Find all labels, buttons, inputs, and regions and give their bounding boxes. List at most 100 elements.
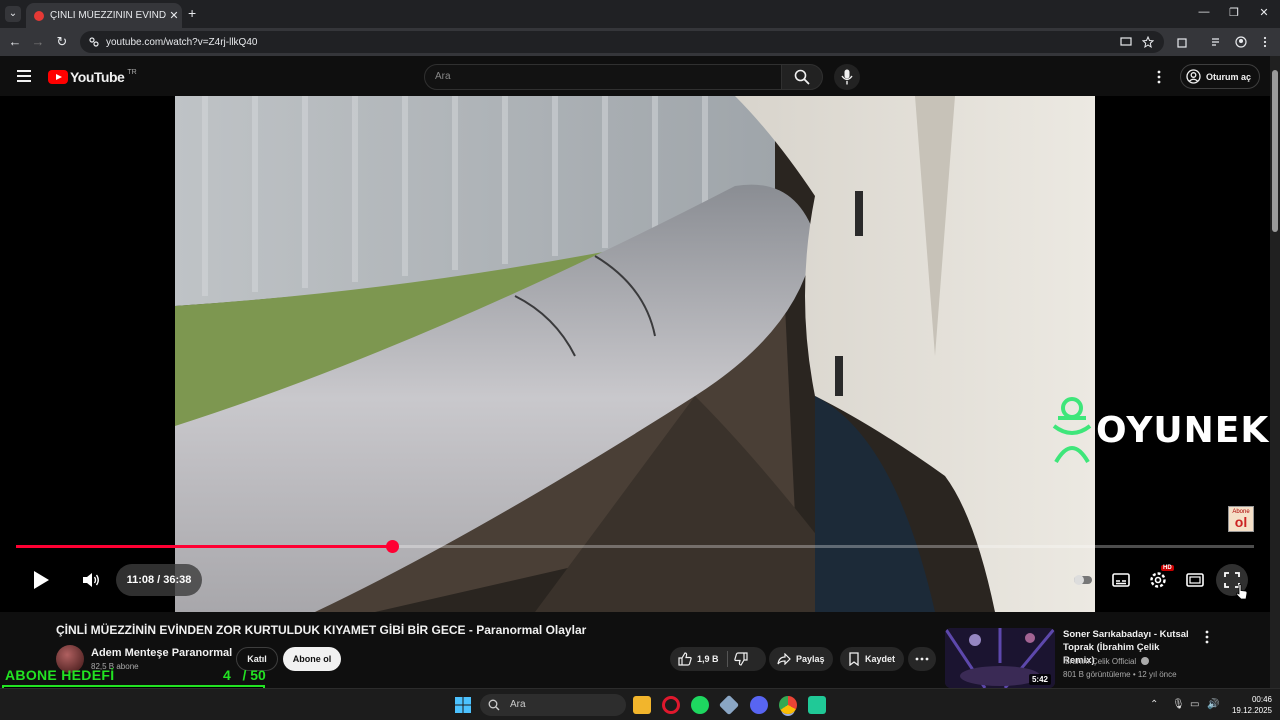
- subtitles-icon[interactable]: [1111, 570, 1131, 590]
- network-tray-icon[interactable]: ▭: [1190, 699, 1199, 710]
- play-icon[interactable]: [30, 569, 52, 591]
- hd-badge: HD: [1161, 565, 1174, 571]
- network-app-icon[interactable]: [718, 694, 740, 716]
- settings-more-icon[interactable]: [1156, 70, 1162, 84]
- microphone-tray-icon[interactable]: 🎙: [1172, 699, 1185, 710]
- discord-icon[interactable]: [750, 696, 768, 714]
- recommendation-channel[interactable]: İbrahim Çelik Official: [1063, 657, 1150, 666]
- autoplay-toggle-icon[interactable]: [1073, 570, 1093, 590]
- dislike-thumb-icon[interactable]: [733, 652, 748, 666]
- windows-start-icon[interactable]: [455, 697, 471, 713]
- share-button[interactable]: Paylaş: [769, 647, 833, 671]
- volume-icon[interactable]: [82, 572, 100, 588]
- file-explorer-icon[interactable]: [633, 696, 651, 714]
- share-label: Paylaş: [796, 654, 825, 664]
- clock-date: 19.12.2025: [1231, 706, 1272, 715]
- bookmark-icon: [849, 652, 859, 666]
- taskbar-search-box[interactable]: Ara: [480, 694, 626, 716]
- browser-tab-strip: ⌄ ÇİNLİ MÜEZZİNİN EVİNDEN ZOR ✕ + — ❐ ✕: [0, 0, 1280, 28]
- video-player[interactable]: OYUNEKS Abone ol 11:08 / 36:38 HD: [0, 96, 1270, 612]
- subscribe-watermark-badge[interactable]: Abone ol: [1228, 506, 1254, 532]
- account-circle-icon: [1186, 69, 1201, 84]
- channel-watermark: OYUNEKS: [1048, 396, 1270, 464]
- search-icon: [794, 69, 810, 85]
- channel-name[interactable]: Adem Menteşe Paranormal: [91, 647, 232, 659]
- progress-played: [16, 545, 393, 548]
- video-frame[interactable]: [175, 96, 1095, 612]
- youtube-header: YouTube TR Ara Oturum aç: [0, 56, 1270, 96]
- tab-search-chevron-icon[interactable]: ⌄: [5, 6, 21, 22]
- address-bar[interactable]: youtube.com/watch?v=Z4rj-llkQ40: [80, 31, 1164, 53]
- microphone-icon: [841, 69, 853, 85]
- system-clock[interactable]: 00:46 19.12.2025: [1226, 694, 1272, 716]
- browser-tab[interactable]: ÇİNLİ MÜEZZİNİN EVİNDEN ZOR ✕: [26, 3, 182, 28]
- share-arrow-icon: [777, 653, 791, 665]
- media-controls-icon[interactable]: [1211, 36, 1223, 48]
- reload-icon[interactable]: ↻: [54, 34, 70, 50]
- save-button[interactable]: Kaydet: [840, 647, 904, 671]
- taskbar-search-label: Ara: [510, 699, 526, 710]
- scrollbar-thumb[interactable]: [1272, 70, 1278, 232]
- like-thumb-icon[interactable]: [678, 652, 692, 666]
- video-duration: 5:42: [1028, 674, 1051, 685]
- bookmark-star-icon[interactable]: [1142, 36, 1154, 48]
- more-horizontal-icon: [915, 657, 929, 661]
- browser-menu-icon[interactable]: [1259, 36, 1271, 48]
- recommendation-channel-name: İbrahim Çelik Official: [1063, 657, 1137, 666]
- speaker-tray-icon[interactable]: 🔊: [1207, 699, 1219, 710]
- like-divider: [726, 651, 728, 667]
- clock-time: 00:46: [1251, 695, 1272, 704]
- subscriber-goal-count: 4 / 50: [223, 667, 266, 683]
- spotify-icon[interactable]: [691, 696, 709, 714]
- mouse-cursor-icon: [1236, 584, 1248, 600]
- install-app-icon[interactable]: [1120, 36, 1132, 48]
- like-count[interactable]: 1,9 B: [697, 654, 719, 664]
- forward-arrow-icon[interactable]: →: [30, 34, 46, 49]
- subscriber-goal-label: ABONE HEDEFİ: [5, 667, 115, 683]
- more-actions-button[interactable]: [908, 647, 936, 671]
- save-label: Kaydet: [865, 654, 896, 664]
- video-info-panel: ÇİNLİ MÜEZZİNİN EVİNDEN ZOR KURTULDUK KI…: [0, 612, 1270, 688]
- close-tab-icon[interactable]: ✕: [166, 9, 182, 22]
- verified-check-icon: [1141, 657, 1150, 665]
- oyuneks-mascot-icon: [1052, 397, 1092, 464]
- youtube-wordmark: YouTube: [70, 69, 125, 85]
- search-input[interactable]: Ara: [424, 64, 782, 90]
- video-still: [175, 96, 1095, 612]
- time-display: 11:08 / 36:38: [116, 564, 202, 596]
- sign-in-button[interactable]: Oturum aç: [1180, 64, 1260, 89]
- opera-icon[interactable]: [662, 696, 680, 714]
- recommendation-thumbnail[interactable]: 5:42: [945, 628, 1055, 688]
- like-dislike-group: 1,9 B: [670, 647, 766, 671]
- page-scrollbar[interactable]: [1270, 56, 1280, 688]
- chrome-icon[interactable]: [779, 696, 797, 714]
- close-window-icon[interactable]: ✕: [1254, 6, 1274, 19]
- progress-bar[interactable]: [16, 540, 1254, 553]
- youtube-play-logo-icon: [48, 70, 68, 84]
- badge-main-text: ol: [1234, 514, 1248, 530]
- browser-toolbar: ← → ↻ youtube.com/watch?v=Z4rj-llkQ40: [0, 28, 1280, 56]
- new-tab-plus-icon[interactable]: +: [188, 5, 196, 21]
- youtube-logo[interactable]: YouTube TR: [48, 69, 137, 85]
- messaging-app-icon[interactable]: [808, 696, 826, 714]
- theater-mode-icon[interactable]: [1185, 570, 1205, 590]
- recommendation-menu-icon[interactable]: [1204, 630, 1210, 644]
- sign-in-label: Oturum aç: [1206, 71, 1252, 82]
- guide-menu-icon[interactable]: [17, 70, 31, 82]
- voice-search-button[interactable]: [834, 64, 860, 90]
- tray-overflow-icon[interactable]: ⌃: [1150, 699, 1158, 710]
- recommendation-meta: 801 B görüntüleme • 12 yıl önce: [1063, 670, 1177, 679]
- watermark-text: OYUNEKS: [1096, 409, 1270, 451]
- settings-gear-icon[interactable]: [1148, 570, 1168, 590]
- subscribe-button[interactable]: Abone ol: [283, 647, 341, 671]
- profile-icon[interactable]: [1235, 36, 1247, 48]
- url-text: youtube.com/watch?v=Z4rj-llkQ40: [106, 36, 258, 48]
- back-arrow-icon[interactable]: ←: [7, 34, 23, 49]
- restore-window-icon[interactable]: ❐: [1224, 6, 1244, 19]
- minimize-window-icon[interactable]: —: [1194, 6, 1214, 18]
- search-button[interactable]: [781, 64, 823, 90]
- site-info-icon[interactable]: [88, 36, 100, 48]
- tab-title: ÇİNLİ MÜEZZİNİN EVİNDEN ZOR: [50, 10, 166, 21]
- extensions-icon[interactable]: [1176, 36, 1188, 48]
- taskbar-search-icon: [488, 699, 500, 711]
